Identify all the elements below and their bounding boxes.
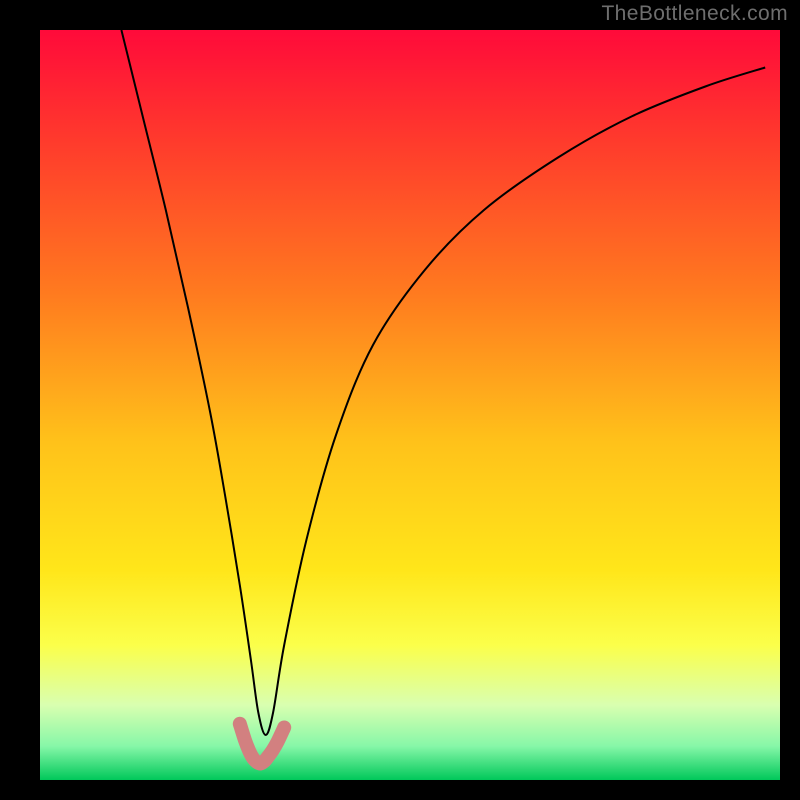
bottleneck-chart — [0, 0, 800, 800]
gradient-panel — [40, 30, 780, 780]
chart-stage: TheBottleneck.com — [0, 0, 800, 800]
